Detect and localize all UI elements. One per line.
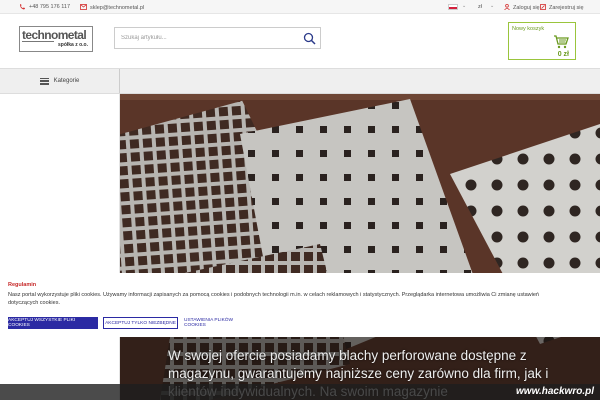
accept-all-cookies-button[interactable]: AKCEPTUJ WSZYSTKIE PLIKI COOKIES [8, 317, 98, 329]
user-icon [504, 3, 510, 12]
login-link[interactable]: Zaloguj się [504, 3, 540, 12]
mail-icon [80, 4, 87, 12]
menu-icon [39, 77, 49, 85]
currency-selector[interactable]: zł [478, 4, 482, 10]
edit-icon [540, 4, 546, 12]
category-sidebar [0, 94, 120, 400]
currency-label: zł [478, 4, 482, 10]
email-link[interactable]: sklep@technometal.pl [80, 4, 144, 12]
phone-link[interactable]: +48 795 176 117 [19, 4, 70, 10]
register-label: Zarejestruj się [549, 5, 584, 11]
cookie-text: Nasz portal wykorzystuje pliki cookies. … [8, 292, 539, 306]
chevron-down-icon[interactable]: ⌄ [490, 3, 494, 9]
cookie-consent-banner: Regulamin Nasz portal wykorzystuje pliki… [0, 273, 600, 337]
search-icon[interactable] [303, 32, 316, 45]
categories-menu-button[interactable]: Kategorie [0, 69, 120, 93]
cart-amount: 0 zł [557, 51, 569, 58]
logo-subtitle: spółka z o.o. [58, 42, 89, 48]
top-bar: +48 795 176 117 sklep@technometal.pl ⌄ z… [0, 0, 600, 14]
watermark-bar: www.hackwro.pl [0, 384, 600, 400]
cookie-settings-button[interactable]: USTAWIENIA PLIKÓW COOKIES [184, 317, 256, 329]
chevron-down-icon[interactable]: ⌄ [462, 3, 466, 9]
poland-flag-icon[interactable] [448, 4, 458, 10]
categories-label: Kategorie [53, 78, 80, 84]
logo-brand: technometal [22, 28, 87, 42]
cart-title: Nowy koszyk [512, 26, 545, 32]
cookie-title: Regulamin [8, 282, 37, 288]
watermark-text: www.hackwro.pl [516, 386, 594, 397]
logo-divider [22, 41, 54, 42]
search-box [114, 27, 321, 49]
login-label: Zaloguj się [513, 5, 540, 11]
hero-banner: W swojej ofercie posiadamy blachy perfor… [120, 94, 600, 400]
email-address: sklep@technometal.pl [90, 5, 145, 11]
register-link[interactable]: Zarejestruj się [540, 4, 584, 12]
accept-necessary-cookies-button[interactable]: AKCEPTUJ TYLKO NIEZBĘDNE [103, 317, 178, 329]
cart-widget[interactable]: Nowy koszyk 0 zł [508, 22, 576, 60]
phone-icon [19, 4, 26, 10]
cart-icon [554, 35, 569, 49]
main-nav: Kategorie [0, 68, 600, 94]
site-logo[interactable]: technometal spółka z o.o. [19, 26, 93, 52]
phone-number: +48 795 176 117 [29, 4, 71, 10]
search-input[interactable] [115, 28, 300, 48]
